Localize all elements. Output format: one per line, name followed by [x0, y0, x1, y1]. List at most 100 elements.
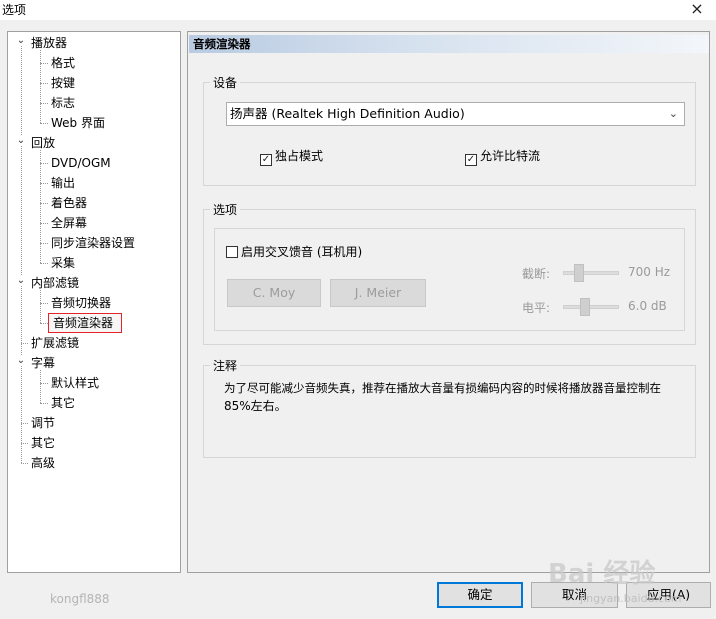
note-line-2: 85%左右。 [224, 399, 287, 413]
settings-panel: 音频渲染器 设备 扬声器 (Realtek High Definition Au… [187, 31, 710, 573]
tree-item[interactable]: 着色器 [49, 194, 89, 212]
page-title: 音频渲染器 [189, 35, 709, 53]
tree-item-label: 回放 [31, 136, 56, 150]
bitstream-label: 允许比特流 [480, 149, 541, 163]
settings-tree[interactable]: ⌄ 播放器格式按键标志 Web 界面 ⌄ 回放 DVD/OGM 输出着色器全屏幕同步渲染器设… [7, 31, 181, 573]
bitstream-checkbox[interactable]: ✓ 允许比特流 [465, 148, 541, 166]
watermark-user: kongfl888 [50, 592, 110, 606]
tree-item-label: DVD/OGM [51, 156, 111, 170]
tree-item[interactable]: 字幕 [29, 354, 57, 372]
tree-item[interactable]: 回放 [29, 134, 57, 152]
window-title: 选项 [2, 3, 27, 17]
tree-item[interactable]: 高级 [29, 454, 57, 472]
chevron-down-icon: ⌄ [668, 107, 678, 120]
chevron-down-icon[interactable]: ⌄ [16, 36, 26, 46]
chevron-down-icon[interactable]: ⌄ [16, 356, 26, 366]
tree-connector [40, 263, 48, 264]
tree-item[interactable]: 默认样式 [49, 374, 101, 392]
tree-item-label: 音频渲染器 [47, 313, 123, 333]
tree-item[interactable]: 按键 [49, 74, 77, 92]
tree-branch-line [40, 290, 41, 323]
crossfeed-box: 启用交叉馈音 (耳机用) C. Moy J. Meier 截断: 700 Hz … [214, 228, 685, 331]
audio-device-select[interactable]: 扬声器 (Realtek High Definition Audio) ⌄ [226, 102, 685, 126]
tree-branch-line [40, 370, 41, 403]
tree-connector [40, 303, 48, 304]
tree-connector [40, 103, 48, 104]
tree-item[interactable]: 标志 [49, 94, 77, 112]
tree-item-label: 音频切换器 [51, 296, 112, 310]
options-group: 选项 启用交叉馈音 (耳机用) C. Moy J. Meier 截断: 700 … [203, 201, 696, 345]
exclusive-mode-label: 独占模式 [275, 149, 324, 163]
tree-item[interactable]: 扩展滤镜 [29, 334, 81, 352]
tree-item[interactable]: 同步渲染器设置 [49, 234, 137, 252]
checkbox-check-icon: ✓ [465, 154, 477, 166]
tree-item[interactable]: 内部滤镜 [29, 274, 81, 292]
level-label: 电平: [522, 301, 551, 315]
tree-item-label: 字幕 [31, 356, 56, 370]
note-group-label: 注释 [210, 357, 241, 374]
tree-item[interactable]: 音频渲染器 [47, 313, 123, 333]
tree-item[interactable]: 调节 [29, 414, 57, 432]
tree-connector [40, 83, 48, 84]
close-icon[interactable]: × [688, 0, 706, 18]
tree-item-label: 按键 [51, 76, 76, 90]
tree-item-label: Web 界面 [51, 116, 105, 130]
jmeier-button[interactable]: J. Meier [330, 279, 426, 307]
tree-connector [40, 203, 48, 204]
tree-item-label: 其它 [31, 436, 56, 450]
options-group-label: 选项 [210, 201, 241, 218]
tree-item-label: 采集 [51, 256, 76, 270]
exclusive-mode-checkbox[interactable]: ✓ 独占模式 [260, 148, 324, 166]
watermark-url: jingyan.baidu.com [580, 592, 682, 605]
tree-item[interactable]: 格式 [49, 54, 77, 72]
tree-item-label: 播放器 [31, 36, 68, 50]
note-line-1: 为了尽可能减少音频失真，推荐在播放大音量有损编码内容的时候将播放器音量控制在 [224, 381, 661, 395]
chevron-down-icon[interactable]: ⌄ [16, 136, 26, 146]
tree-connector [21, 343, 28, 344]
crossfeed-checkbox[interactable]: 启用交叉馈音 (耳机用) [226, 244, 362, 260]
audio-device-value: 扬声器 (Realtek High Definition Audio) [230, 106, 465, 121]
tree-connector [21, 443, 28, 444]
title-bar: 选项 × [0, 0, 716, 20]
cmoy-button[interactable]: C. Moy [227, 279, 321, 307]
cutoff-slider-track [563, 271, 619, 275]
tree-item-label: 同步渲染器设置 [51, 236, 136, 250]
tree-item[interactable]: 音频切换器 [49, 294, 113, 312]
tree-item-label: 输出 [51, 176, 76, 190]
checkbox-empty-icon [226, 246, 238, 258]
tree-connector [40, 163, 48, 164]
tree-item[interactable]: 全屏幕 [49, 214, 89, 232]
tree-connector [40, 123, 48, 124]
tree-item-label: 格式 [51, 56, 76, 70]
tree-item[interactable]: 其它 [49, 394, 77, 412]
tree-connector [40, 323, 48, 324]
tree-root-line [21, 43, 22, 463]
tree-item[interactable]: DVD/OGM [49, 154, 113, 172]
device-group: 设备 扬声器 (Realtek High Definition Audio) ⌄… [203, 74, 696, 186]
tree-item-label: 全屏幕 [51, 216, 88, 230]
tree-connector [40, 63, 48, 64]
tree-item[interactable]: 播放器 [29, 34, 69, 52]
tree-connector [21, 463, 28, 464]
tree-item-label: 高级 [31, 456, 56, 470]
tree-item[interactable]: 采集 [49, 254, 77, 272]
tree-branch-line [40, 150, 41, 263]
level-slider-thumb[interactable] [580, 298, 590, 316]
note-text: 为了尽可能减少音频失真，推荐在播放大音量有损编码内容的时候将播放器音量控制在 8… [224, 379, 694, 415]
tree-item[interactable]: 其它 [29, 434, 57, 452]
tree-item[interactable]: 输出 [49, 174, 77, 192]
tree-item-label: 标志 [51, 96, 76, 110]
tree-item-label: 默认样式 [51, 376, 100, 390]
tree-item[interactable]: Web 界面 [49, 114, 107, 132]
ok-button[interactable]: 确定 [437, 582, 523, 608]
tree-connector [40, 223, 48, 224]
crossfeed-label: 启用交叉馈音 (耳机用) [241, 245, 363, 259]
tree-connector [21, 423, 28, 424]
cutoff-slider-thumb[interactable] [574, 264, 584, 282]
level-value: 6.0 dB [628, 299, 667, 313]
tree-connector [40, 243, 48, 244]
cutoff-label: 截断: [522, 267, 551, 281]
tree-item-label: 着色器 [51, 196, 88, 210]
tree-connector [40, 183, 48, 184]
chevron-down-icon[interactable]: ⌄ [16, 276, 26, 286]
